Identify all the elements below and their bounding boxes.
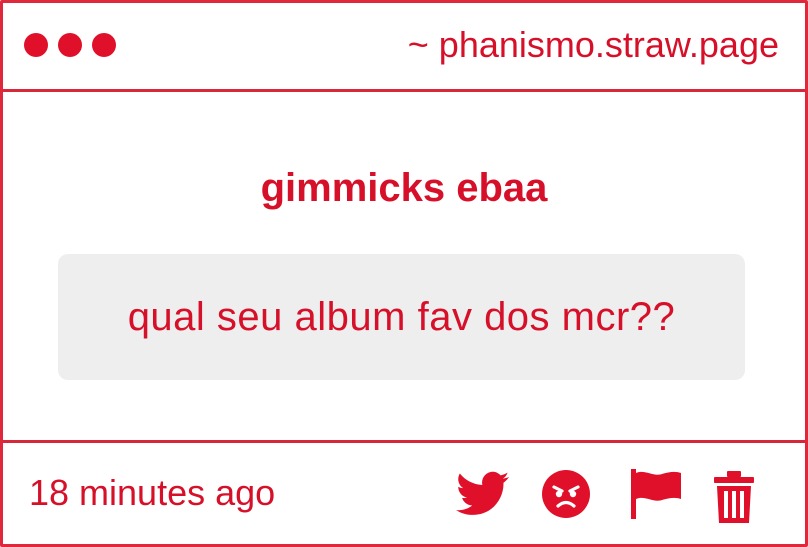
angry-face-icon[interactable] xyxy=(541,469,591,519)
question-text: qual seu album fav dos mcr?? xyxy=(127,294,676,339)
card-body: gimmicks ebaa qual seu album fav dos mcr… xyxy=(3,92,805,440)
window-dots xyxy=(24,33,116,57)
timestamp: 18 minutes ago xyxy=(29,472,276,513)
site-address[interactable]: ~ phanismo.straw.page xyxy=(408,23,779,67)
window-dot xyxy=(92,33,116,57)
flag-icon[interactable] xyxy=(629,467,683,521)
window-dot xyxy=(24,33,48,57)
window-dot xyxy=(58,33,82,57)
trash-icon[interactable] xyxy=(712,469,756,525)
question-box: qual seu album fav dos mcr?? xyxy=(58,254,745,380)
twitter-icon[interactable] xyxy=(456,471,510,517)
prompt-title: gimmicks ebaa xyxy=(260,166,548,210)
card-footer: 18 minutes ago xyxy=(3,440,805,544)
window-header: ~ phanismo.straw.page xyxy=(3,3,805,92)
card: ~ phanismo.straw.page gimmicks ebaa qual… xyxy=(0,0,808,547)
